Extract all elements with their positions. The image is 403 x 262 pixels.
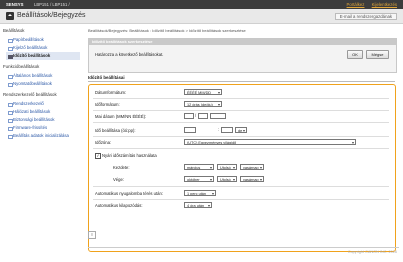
auto-reset-label: Automatikus kilapozódás:	[95, 203, 143, 208]
ampm-select[interactable]: de	[235, 127, 247, 133]
dst-checkbox[interactable]: ✓	[95, 153, 101, 159]
dst-start-month-select[interactable]: március	[184, 164, 214, 170]
sleep-time-select[interactable]: 1 perc után	[184, 190, 216, 196]
current-time-label: Idő beállítása (óó:pp):	[95, 128, 136, 133]
edit-panel-message: Határozza a következő beállításokat.	[95, 52, 164, 57]
time-separator: :	[218, 127, 220, 132]
page-header: Beállítások/Bejegyzés E-mail a rendszerg…	[0, 9, 403, 24]
dst-end-label: Vége:	[113, 177, 124, 182]
date-day-input[interactable]	[198, 113, 208, 119]
dst-end-week-select[interactable]: Utolsó	[217, 176, 237, 182]
top-links: Portálkez Kijelentkezés	[341, 2, 397, 7]
sidebar-item-display[interactable]: Kijelző beállítások	[8, 44, 80, 52]
row-divider	[93, 148, 389, 149]
ok-button[interactable]: OK	[347, 50, 363, 59]
dst-end-day-select[interactable]: vasárnap	[240, 176, 264, 182]
timezone-label: Időzóna:	[95, 140, 112, 145]
sidebar-item-firmware[interactable]: Firmware-frissítés	[8, 124, 80, 132]
dst-start-week-select[interactable]: Utolsó	[217, 164, 237, 170]
row-divider	[93, 136, 389, 137]
top-bar: SENSYS LBP151 / LBP151 / Portálkez Kijel…	[0, 0, 403, 9]
logout-link[interactable]: Kijelentkezés	[372, 2, 397, 7]
row-divider	[93, 122, 389, 123]
cancel-button[interactable]: Mégse	[366, 50, 389, 59]
dst-start-day-select[interactable]: vasárnap	[240, 164, 264, 170]
timezone-select[interactable]: (UTC) Egyezményes világidő	[184, 139, 356, 145]
dst-label: Nyári időszámítás használata	[102, 153, 157, 158]
date-separator: /	[195, 113, 197, 118]
time-format-label: Időformátum:	[95, 102, 120, 107]
section-title: Időzítő beállításai	[88, 75, 125, 80]
breadcrumb: Beállítások/Bejegyzés: Beállítások : Idő…	[88, 28, 246, 33]
row-divider	[93, 110, 389, 111]
sidebar-item-general[interactable]: Általános beállítások	[8, 72, 80, 80]
timer-form: Dátumformátum: ÉÉÉÉ MM/DD Időformátum: 1…	[88, 84, 396, 252]
dst-end-month-select[interactable]: október	[184, 176, 214, 182]
home-icon[interactable]	[6, 12, 14, 20]
sidebar-group-title: Funkcióbeállítások	[3, 64, 40, 69]
portal-link[interactable]: Portálkez	[347, 2, 365, 7]
date-format-select[interactable]: ÉÉÉÉ MM/DD	[184, 89, 222, 95]
sidebar-item-network[interactable]: Hálózati beállítások	[8, 108, 80, 116]
sidebar-item-printer[interactable]: Nyomtatóbeállítások	[8, 80, 80, 88]
sidebar: Beállítások Papírbeállítások Kijelző beá…	[0, 24, 80, 262]
date-month-input[interactable]	[184, 113, 194, 119]
sidebar-item-security[interactable]: Biztonsági beállítások	[8, 116, 80, 124]
scroll-top-icon[interactable]: ≡	[88, 231, 96, 239]
sidebar-group-title: Rendszerkezelő beállítások	[3, 92, 57, 97]
row-divider	[93, 186, 389, 187]
edit-panel: Időzítő beállítások szerkesztése Határoz…	[88, 38, 397, 73]
sidebar-item-init[interactable]: Beállítás adatok inicializálása	[8, 132, 80, 140]
auto-reset-select[interactable]: 4 óra után	[184, 202, 212, 208]
date-format-label: Dátumformátum:	[95, 90, 127, 95]
copyright: Copyright CANON INC. 2016	[347, 250, 397, 254]
section-divider	[88, 81, 395, 82]
sidebar-item-sysmanager[interactable]: Rendszerkezelő	[8, 100, 80, 108]
row-divider	[93, 199, 389, 200]
current-date-label: Mai dátum (MM/NN ÉÉÉÉ):	[95, 114, 147, 119]
sidebar-item-paper[interactable]: Papírbeállítások	[8, 36, 80, 44]
row-divider	[93, 98, 389, 99]
sidebar-item-timer[interactable]: Időzítő beállítások	[6, 52, 80, 60]
edit-panel-title: Időzítő beállítások szerkesztése	[89, 39, 396, 45]
sidebar-group-title: Beállítások	[3, 28, 25, 33]
footer-divider	[88, 247, 399, 248]
time-hour-input[interactable]	[184, 127, 196, 133]
sleep-time-label: Automatikus nyugalomba térés után:	[95, 191, 163, 196]
page-title: Beállítások/Bejegyzés	[17, 12, 86, 19]
time-minute-input[interactable]	[221, 127, 233, 133]
brand-logo: SENSYS	[6, 2, 24, 7]
time-format-select[interactable]: 12 órás (de/du)	[184, 101, 222, 107]
date-year-input[interactable]	[210, 113, 226, 119]
dst-start-label: Kezdete:	[113, 165, 130, 170]
mail-admin-button[interactable]: E-mail a rendszergazdának	[334, 13, 397, 20]
device-model: LBP151 / LBP151 /	[34, 2, 70, 7]
